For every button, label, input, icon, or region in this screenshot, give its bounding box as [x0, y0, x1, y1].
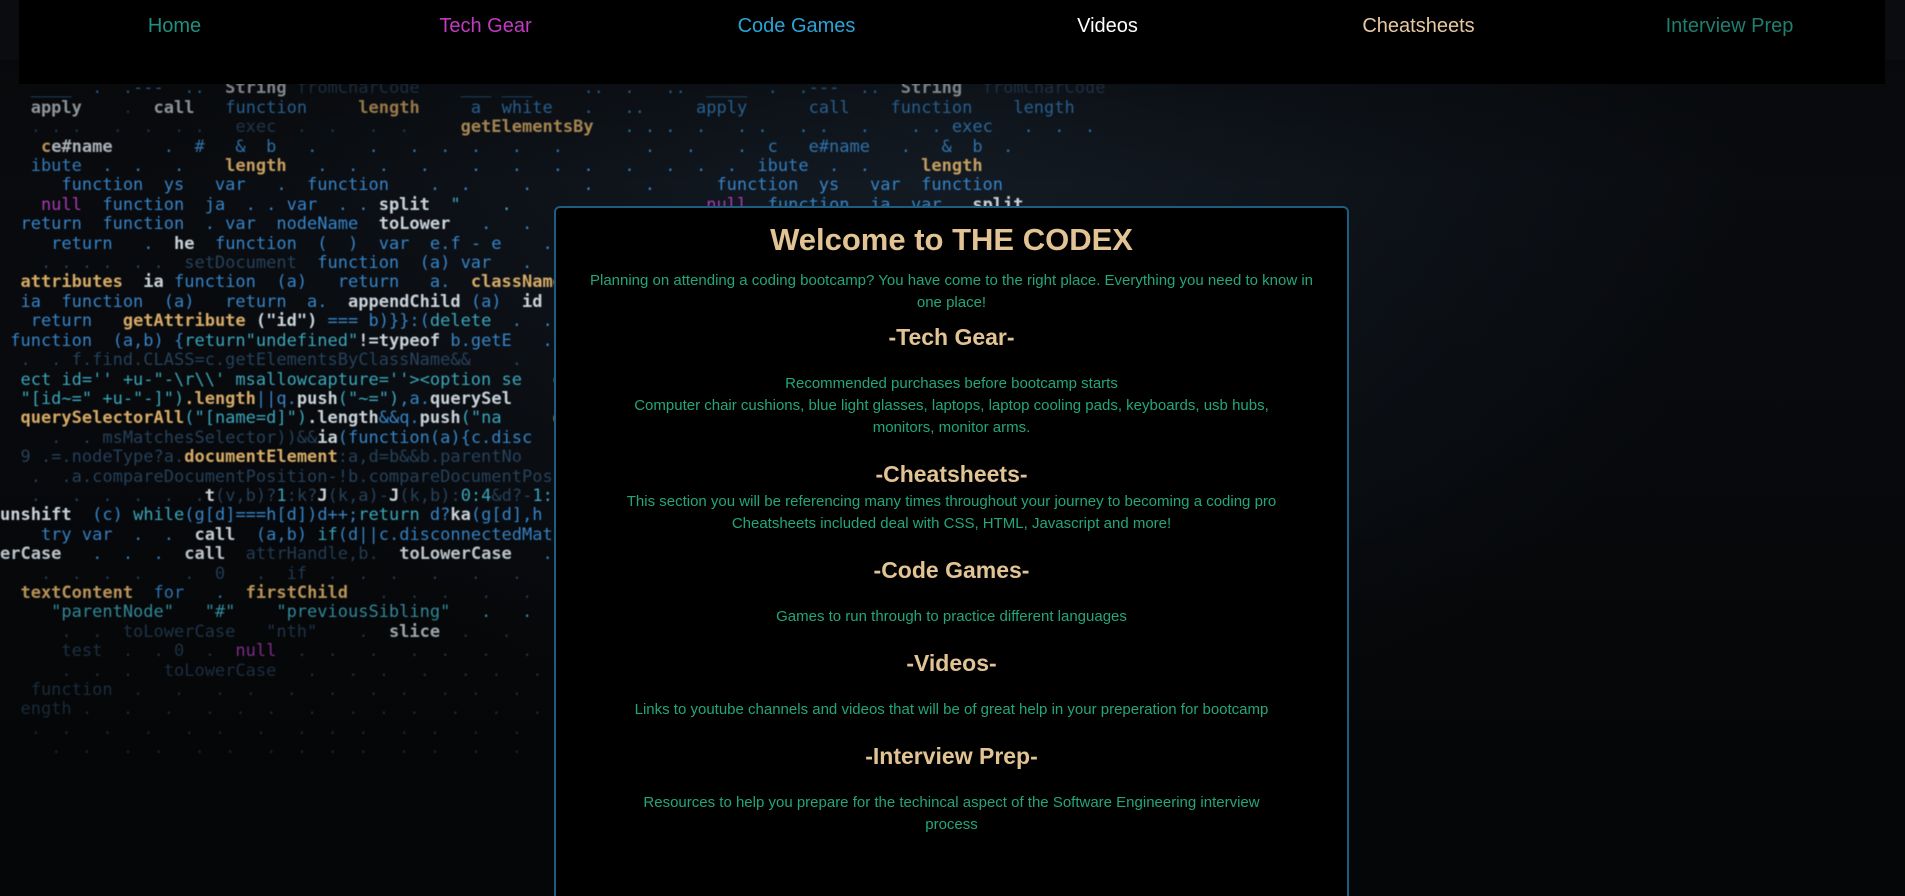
section-text: Links to youtube channels and videos tha…	[634, 701, 1269, 718]
section-title: -Tech Gear-	[888, 324, 1015, 350]
section-title: -Interview Prep-	[865, 743, 1038, 769]
page-title: Welcome to THE CODEX	[770, 222, 1133, 257]
section-text: Games to run through to practice differe…	[776, 608, 1127, 625]
section-code-games: -Code Games- Games to run through to pra…	[556, 555, 1347, 628]
intro-text: Planning on attending a coding bootcamp?…	[589, 272, 1313, 311]
section-text: This section you will be referencing man…	[626, 493, 1277, 510]
section-text: Recommended purchases before bootcamp st…	[785, 375, 1118, 392]
section-text: Computer chair cushions, blue light glas…	[634, 397, 1269, 436]
section-title: -Videos-	[906, 650, 997, 676]
nav-link-tech-gear[interactable]: Tech Gear	[330, 0, 641, 38]
nav-link-interview-prep[interactable]: Interview Prep	[1574, 0, 1885, 38]
section-interview-prep: -Interview Prep- Resources to help you p…	[556, 741, 1347, 836]
nav-link-cheatsheets[interactable]: Cheatsheets	[1263, 0, 1574, 38]
section-cheatsheets: -Cheatsheets- This section you will be r…	[556, 459, 1347, 535]
nav-link-code-games[interactable]: Code Games	[641, 0, 952, 38]
section-videos: -Videos- Links to youtube channels and v…	[556, 648, 1347, 721]
section-text: Cheatsheets included deal with CSS, HTML…	[731, 515, 1172, 532]
nav-link-videos[interactable]: Videos	[952, 0, 1263, 38]
page: . . . . # . . . . . . . . . . . . . # . …	[0, 0, 1905, 896]
section-title: -Code Games-	[873, 557, 1030, 583]
nav-link-home[interactable]: Home	[19, 0, 330, 38]
main-content-card: Welcome to THE CODEX Planning on attendi…	[554, 206, 1349, 896]
section-text: Resources to help you prepare for the te…	[643, 794, 1260, 833]
top-nav-bar: Home Tech Gear Code Games Videos Cheatsh…	[19, 0, 1885, 84]
section-title: -Cheatsheets-	[875, 461, 1028, 487]
section-tech-gear: -Tech Gear- Recommended purchases before…	[556, 322, 1347, 439]
